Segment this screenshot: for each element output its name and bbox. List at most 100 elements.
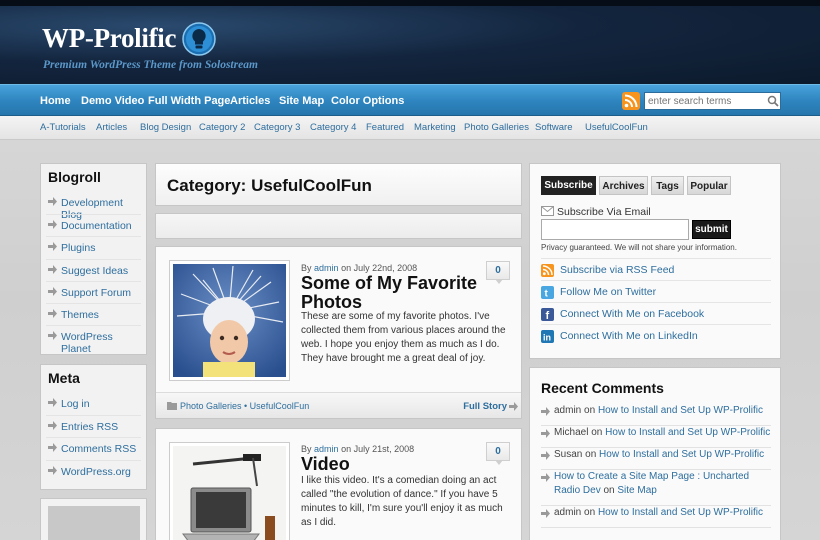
post-title[interactable]: Video <box>301 455 481 474</box>
subnav-category-3[interactable]: Category 3 <box>254 122 300 133</box>
comment-post-link[interactable]: How to Install and Set Up WP-Prolific <box>605 427 770 438</box>
tab-popular[interactable]: Popular <box>687 176 731 195</box>
comment-post-link[interactable]: Site Map <box>617 485 656 496</box>
rss-feed-icon[interactable] <box>622 92 640 110</box>
blogroll-link[interactable]: Support Forum <box>61 287 131 299</box>
list-item[interactable]: Plugins <box>46 236 141 258</box>
arrow-right-icon <box>48 286 57 296</box>
comment-author: admin <box>554 507 582 518</box>
meta-link[interactable]: Log in <box>61 398 90 410</box>
nav-demo-video[interactable]: Demo Video <box>81 95 144 107</box>
facebook-icon: f <box>541 308 554 321</box>
subnav-software[interactable]: Software <box>535 122 573 133</box>
arrow-right-icon <box>48 443 57 453</box>
post-date: on July 21st, 2008 <box>341 444 415 454</box>
subnav-a-tutorials[interactable]: A-Tutorials <box>40 122 86 133</box>
list-item[interactable]: WordPress Planet <box>46 325 141 355</box>
nav-full-width-page[interactable]: Full Width Page <box>148 95 230 107</box>
blogroll-link[interactable]: Plugins <box>61 242 95 254</box>
blogroll-link[interactable]: Themes <box>61 309 99 321</box>
ad-placeholder-image[interactable] <box>48 506 140 540</box>
list-item[interactable]: Entries RSS <box>46 415 141 437</box>
comment-post-link[interactable]: How to Install and Set Up WP-Prolific <box>599 449 764 460</box>
tab-tags[interactable]: Tags <box>651 176 684 195</box>
arrow-right-icon <box>48 308 57 318</box>
blogroll-link[interactable]: Documentation <box>61 220 132 232</box>
list-item: Michael on How to Install and Set Up WP-… <box>541 426 771 448</box>
arrow-right-icon <box>541 509 550 518</box>
main-nav: Home Demo Video Full Width Page Articles… <box>0 84 820 116</box>
lightbulb-logo-icon[interactable] <box>182 22 216 56</box>
comment-count-badge[interactable]: 0 <box>486 261 510 284</box>
subnav-category-4[interactable]: Category 4 <box>310 122 356 133</box>
subnav-marketing[interactable]: Marketing <box>414 122 456 133</box>
nav-articles[interactable]: Articles <box>230 95 270 107</box>
comment-on: on <box>591 427 603 438</box>
blogroll-link[interactable]: Suggest Ideas <box>61 265 128 277</box>
social-link-linkedin[interactable]: in Connect With Me on LinkedIn <box>541 324 771 346</box>
social-label[interactable]: Connect With Me on LinkedIn <box>560 330 698 342</box>
list-item[interactable]: Comments RSS <box>46 437 141 459</box>
post-author-link[interactable]: admin <box>314 444 339 454</box>
post-thumbnail[interactable] <box>169 442 290 540</box>
tab-subscribe[interactable]: Subscribe <box>541 176 596 195</box>
social-label[interactable]: Subscribe via RSS Feed <box>560 264 674 276</box>
social-label[interactable]: Follow Me on Twitter <box>560 286 656 298</box>
arrow-right-icon <box>48 421 57 431</box>
list-item[interactable]: WordPress.org <box>46 459 141 482</box>
recent-comments-widget: Recent Comments admin on How to Install … <box>529 367 781 540</box>
social-label[interactable]: Connect With Me on Facebook <box>560 308 704 320</box>
full-story-link[interactable]: Full Story <box>463 401 507 412</box>
search-input[interactable] <box>648 95 760 108</box>
search-icon[interactable] <box>767 95 779 107</box>
privacy-note: Privacy guaranteed. We will not share yo… <box>541 243 737 252</box>
subnav-category-2[interactable]: Category 2 <box>199 122 245 133</box>
subnav-articles[interactable]: Articles <box>96 122 127 133</box>
subnav-featured[interactable]: Featured <box>366 122 404 133</box>
arrow-right-icon <box>48 242 57 252</box>
recent-comments-title: Recent Comments <box>541 380 664 396</box>
folder-icon <box>167 402 177 410</box>
social-link-twitter[interactable]: t Follow Me on Twitter <box>541 280 771 302</box>
comment-author: Susan <box>554 449 583 460</box>
site-logo-text[interactable]: WP-Prolific <box>42 23 176 54</box>
comment-on: on <box>584 507 596 518</box>
list-item[interactable]: Suggest Ideas <box>46 258 141 281</box>
subnav-photo-galleries[interactable]: Photo Galleries <box>464 122 529 133</box>
social-link-rss[interactable]: Subscribe via RSS Feed <box>541 258 771 280</box>
comment-author: Michael <box>554 427 589 438</box>
submit-button[interactable]: submit <box>692 220 731 239</box>
arrow-right-icon <box>48 398 57 407</box>
comment-count-badge[interactable]: 0 <box>486 442 510 465</box>
list-item[interactable]: Log in <box>46 393 141 415</box>
arrow-right-icon <box>509 402 518 411</box>
meta-link[interactable]: Entries RSS <box>61 421 118 433</box>
post-title[interactable]: Some of My Favorite Photos <box>301 274 481 312</box>
post-thumbnail[interactable] <box>169 260 290 381</box>
post-date: on July 22nd, 2008 <box>341 263 418 273</box>
comment-on: on <box>603 485 615 496</box>
subnav-usefulcoolfun[interactable]: UsefulCoolFun <box>585 122 648 133</box>
comment-post-link[interactable]: How to Install and Set Up WP-Prolific <box>598 405 763 416</box>
subnav-blog-design[interactable]: Blog Design <box>140 122 191 133</box>
list-item[interactable]: Themes <box>46 302 141 325</box>
list-item[interactable]: Documentation <box>46 214 141 236</box>
social-link-facebook[interactable]: f Connect With Me on Facebook <box>541 302 771 324</box>
email-field[interactable] <box>541 219 689 240</box>
post-meta-by: By <box>301 263 312 273</box>
post-author-link[interactable]: admin <box>314 263 339 273</box>
post-categories[interactable]: Photo Galleries • UsefulCoolFun <box>180 401 309 411</box>
list-item: Susan on How to Install and Set Up WP-Pr… <box>541 448 771 470</box>
meta-link[interactable]: WordPress.org <box>61 466 131 478</box>
comment-post-link[interactable]: How to Install and Set Up WP-Prolific <box>598 507 763 518</box>
list-item[interactable]: Support Forum <box>46 280 141 303</box>
nav-color-options[interactable]: Color Options <box>331 95 404 107</box>
post-meta-by: By <box>301 444 312 454</box>
tab-archives[interactable]: Archives <box>599 176 648 195</box>
list-item: How to Create a Site Map Page : Uncharte… <box>541 470 771 506</box>
list-item[interactable]: Development Blog <box>46 192 141 221</box>
blogroll-link[interactable]: WordPress Planet <box>61 331 141 355</box>
nav-home[interactable]: Home <box>40 95 71 107</box>
nav-site-map[interactable]: Site Map <box>279 95 324 107</box>
meta-link[interactable]: Comments RSS <box>61 443 136 455</box>
